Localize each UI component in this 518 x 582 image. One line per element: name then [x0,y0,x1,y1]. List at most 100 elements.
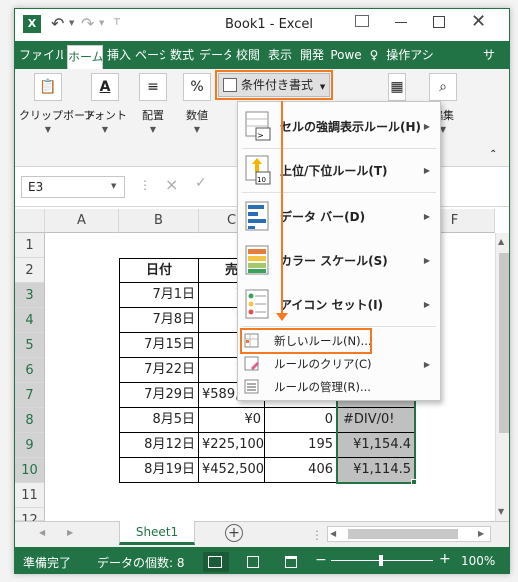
date-cell[interactable]: 7月1日 [119,283,199,308]
fill-handle[interactable] [411,479,417,485]
tab-sign-in[interactable]: サ [479,41,499,69]
row-header[interactable]: 10 [15,458,45,483]
number-group[interactable]: % 数値 ▼ [177,73,217,134]
row-header[interactable]: 6 [15,358,45,383]
average-cell[interactable]: ¥1,154.4 [337,433,415,458]
date-cell[interactable]: 8月5日 [119,408,199,433]
tab-insert[interactable]: 挿入 [105,41,133,69]
cancel-icon[interactable]: × [165,175,178,194]
clipboard-group[interactable]: 📋 クリップボード ▼ [19,73,96,134]
menu-item-highlight-rules[interactable]: > セルの強調表示ルール(H) ▶ [238,108,440,144]
maximize-icon[interactable] [433,16,445,28]
column-header-a[interactable]: A [45,209,119,233]
alignment-group[interactable]: ≡ 配置 ▼ [133,73,173,134]
date-cell[interactable]: 7月8日 [119,308,199,333]
tab-file[interactable]: ファイル [19,41,63,69]
sales-cell[interactable]: ¥452,500 [199,458,265,483]
qat-customize-icon[interactable]: ⊤ [113,18,121,28]
date-cell[interactable]: 7月22日 [119,358,199,383]
collapse-ribbon-icon[interactable]: ⌃ [489,149,497,160]
row-header[interactable]: 3 [15,283,45,308]
row-header[interactable]: 12 [15,508,45,521]
row-header[interactable]: 9 [15,433,45,458]
submenu-arrow-icon: ▶ [423,165,430,175]
svg-text:>: > [257,131,264,140]
row-header[interactable]: 2 [15,258,45,283]
date-cell[interactable]: 8月12日 [119,433,199,458]
data-bars-icon [245,201,269,231]
scroll-down-icon[interactable]: ▼ [498,507,504,516]
undo-dropdown-icon[interactable]: ▼ [69,19,74,27]
row-header[interactable]: 4 [15,308,45,333]
name-box[interactable]: E3 [21,176,125,198]
row-header[interactable]: 5 [15,333,45,358]
scroll-thumb[interactable] [499,253,509,433]
tab-power[interactable]: Powe [329,41,363,69]
scroll-left-icon[interactable]: ◀ [330,529,336,538]
average-cell[interactable]: ¥1,114.5 [337,458,415,483]
status-ready: 準備完了 [23,556,72,570]
menu-item-top-bottom-rules[interactable]: 10 上位/下位ルール(T) ▶ [238,152,440,188]
row-header[interactable]: 1 [15,233,45,258]
menu-item-manage-rules[interactable]: ルールの管理(R)... [238,376,440,398]
tell-me-search[interactable]: 操作アシ [381,41,439,69]
minimize-icon[interactable] [395,22,407,23]
tab-home[interactable]: ホーム [67,45,103,69]
row-header[interactable]: 7 [15,383,45,408]
undo-icon[interactable]: ↶ [51,14,64,33]
tab-developer[interactable]: 開発 [297,41,327,69]
close-icon[interactable]: ✕ [471,11,486,32]
tab-formulas[interactable]: 数式 [167,41,197,69]
date-cell[interactable]: 8月19日 [119,458,199,483]
redo-dropdown-icon[interactable]: ▼ [99,19,104,27]
vertical-scrollbar[interactable]: ▲ ▼ [495,233,509,521]
sales-cell[interactable]: ¥0 [199,408,265,433]
scroll-thumb[interactable] [348,529,458,539]
row-header[interactable]: 8 [15,408,45,433]
page-break-view-icon[interactable] [285,556,297,568]
zoom-level[interactable]: 100% [461,554,495,568]
zoom-in-icon[interactable]: + [439,551,451,567]
title-bar: X ↶ ▼ ↷ ▼ ⊤ Book1 - Excel ✕ [15,9,509,41]
header-cell-date[interactable]: 日付 [119,258,199,283]
scroll-right-icon[interactable]: ▶ [478,529,484,538]
tab-page-layout[interactable]: ページ [135,41,165,69]
enter-icon[interactable]: ✓ [195,175,207,191]
tab-data[interactable]: データ [199,41,231,69]
scroll-up-icon[interactable]: ▲ [498,237,504,246]
font-label: フォント [83,109,127,122]
zoom-slider-thumb[interactable] [379,555,383,566]
row-header[interactable]: 11 [15,483,45,508]
sales-cell[interactable]: ¥225,100 [199,433,265,458]
manage-rules-icon [244,379,259,394]
date-cell[interactable]: 7月29日 [119,383,199,408]
average-cell[interactable]: #DIV/0! [337,408,415,433]
status-count: データの個数: 8 [97,556,185,570]
page-layout-view-icon[interactable] [247,556,259,568]
tab-view[interactable]: 表示 [265,41,295,69]
menu-item-data-bars[interactable]: データ バー(D) ▶ [238,198,440,234]
font-group[interactable]: A フォント ▼ [81,73,129,134]
date-cell[interactable]: 7月15日 [119,333,199,358]
count-cell[interactable]: 195 [265,433,337,458]
submenu-arrow-icon: ▶ [423,359,430,369]
name-box-dropdown-icon[interactable]: ▼ [111,182,116,190]
tab-review[interactable]: 校閲 [233,41,263,69]
status-bar: 準備完了 データの個数: 8 − + 100% [15,547,509,573]
menu-item-color-scales[interactable]: カラー スケール(S) ▶ [238,242,440,278]
count-cell[interactable]: 0 [265,408,337,433]
horizontal-scrollbar[interactable]: ◀ ▶ [327,526,491,542]
menu-item-icon-sets[interactable]: アイコン セット(I) ▶ [238,286,440,322]
sheet-tab-sheet1[interactable]: Sheet1 [119,521,195,545]
menu-item-clear-rules[interactable]: ルールのクリア(C) ▶ [238,353,440,375]
add-sheet-icon[interactable]: + [225,524,243,542]
column-header-b[interactable]: B [119,209,199,233]
scroll-left-icon[interactable]: ◀ [39,528,45,537]
ribbon-display-icon[interactable] [355,15,369,27]
zoom-out-icon[interactable]: − [315,552,327,568]
select-all-corner[interactable] [15,209,45,233]
count-cell[interactable]: 406 [265,458,337,483]
scroll-right-icon[interactable]: ▶ [67,528,73,537]
cells-group[interactable]: ▦ [387,73,407,101]
redo-icon[interactable]: ↷ [81,14,94,33]
